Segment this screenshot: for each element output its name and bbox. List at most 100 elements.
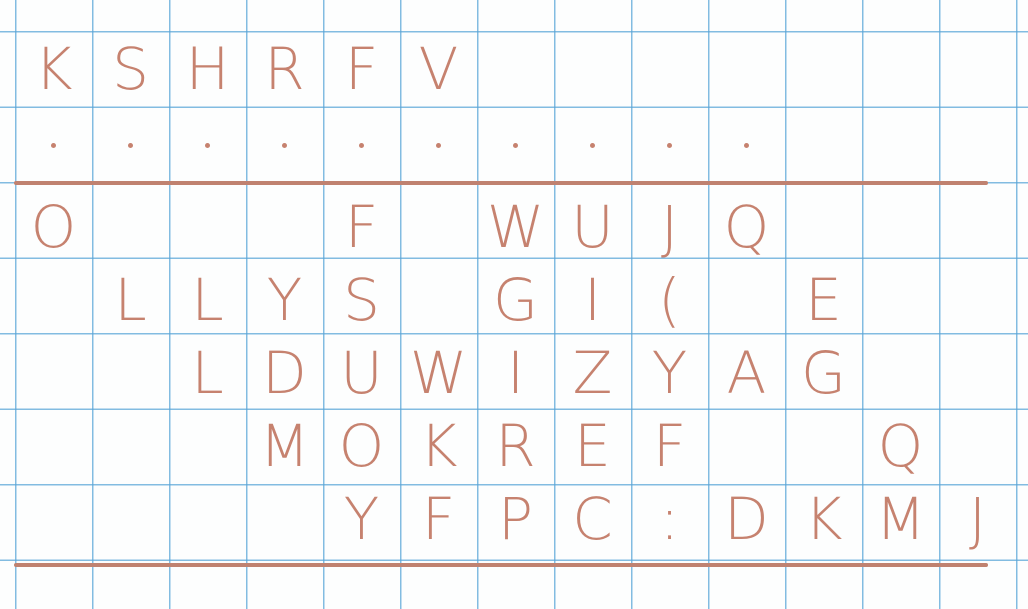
grid-row-4-cell-10 xyxy=(708,408,785,484)
grid-row-3-cell-4: D xyxy=(262,339,307,407)
grid-row-1-cell-8: U xyxy=(571,193,614,261)
header-row-cell-2: S xyxy=(112,35,149,103)
grid-row-1-cell-1: O xyxy=(30,193,77,261)
header-row-cell-6: V xyxy=(418,35,459,103)
grid-row-3-cell-11: G xyxy=(801,339,846,407)
dot-row-cell-8: . xyxy=(554,107,631,183)
grid-row-4-cell-13 xyxy=(939,408,1016,484)
header-row-cell-12 xyxy=(862,31,939,107)
grid-row-4-cell-8: E xyxy=(574,412,611,480)
dot-row-cell-5: . xyxy=(323,107,400,183)
grid-row-2-cell-3: L xyxy=(191,266,224,334)
grid-row-5-cell-14 xyxy=(1016,481,1028,557)
grid-row-5-cell-10: D xyxy=(724,485,769,553)
dot-row-cell-9: . xyxy=(631,107,708,183)
dot-mark: . xyxy=(128,142,133,148)
header-row-cell-7 xyxy=(477,31,554,107)
dot-mark: . xyxy=(667,142,672,148)
header-row-cell-13 xyxy=(939,31,1016,107)
dot-row-cell-11 xyxy=(785,107,862,183)
dot-mark: . xyxy=(744,142,749,148)
header-row: KSHRFV xyxy=(0,31,1028,107)
header-row-cell-10 xyxy=(708,31,785,107)
grid-row-2-cell-7: G xyxy=(493,266,538,334)
grid-row-5-cell-13: J xyxy=(968,485,987,553)
grid-row-3-cell-7: I xyxy=(506,339,525,407)
grid-row-4-cell-2 xyxy=(92,408,169,484)
grid-row-2-cell-6 xyxy=(400,262,477,338)
grid-row-5-cell-4 xyxy=(246,481,323,557)
dot-row-cell-14 xyxy=(1016,107,1028,183)
graph-paper-sheet: KSHRFV..........OFWUJQLLYSGI(ELDUWIZYAGM… xyxy=(0,0,1028,609)
grid-row-5-cell-1 xyxy=(15,481,92,557)
grid-row-3-cell-2 xyxy=(92,335,169,411)
grid-row-4-cell-5: O xyxy=(338,412,385,480)
grid-row-4-cell-11 xyxy=(785,408,862,484)
grid-row-1-cell-10: Q xyxy=(723,193,770,261)
header-row-cell-5: F xyxy=(344,35,379,103)
grid-row-2-cell-1 xyxy=(15,262,92,338)
top-rule-line xyxy=(14,181,988,185)
bottom-rule-line xyxy=(14,563,988,567)
dot-row-cell-3: . xyxy=(169,107,246,183)
grid-row-1-cell-6 xyxy=(400,189,477,265)
header-row-cell-4: R xyxy=(264,35,305,103)
grid-row-4: MOKREF Q xyxy=(0,408,1028,484)
header-row-cell-3: H xyxy=(185,35,230,103)
grid-row-1-cell-14 xyxy=(1016,189,1028,265)
grid-row-2-cell-4: Y xyxy=(266,266,303,334)
grid-row-3-cell-10: A xyxy=(726,339,767,407)
dot-mark: . xyxy=(51,142,56,148)
grid-row-2: L L Y S G I(E xyxy=(0,262,1028,338)
grid-row-2-cell-9: ( xyxy=(658,266,681,334)
grid-row-5-cell-2 xyxy=(92,481,169,557)
header-row-cell-8 xyxy=(554,31,631,107)
dot-row-cell-10: . xyxy=(708,107,785,183)
grid-row-3-cell-3: L xyxy=(191,339,224,407)
grid-row-3-cell-13 xyxy=(939,335,1016,411)
dot-mark: . xyxy=(282,142,287,148)
grid-row-3-cell-5: U xyxy=(340,339,383,407)
grid-row-4-cell-6: K xyxy=(419,412,458,480)
dot-row-cell-12 xyxy=(862,107,939,183)
grid-row-2-cell-5: S xyxy=(343,266,380,334)
grid-row-2-cell-2: L xyxy=(114,266,147,334)
grid-row-2-cell-10 xyxy=(708,262,785,338)
grid-row-3-cell-1 xyxy=(15,335,92,411)
grid-row-1-cell-5: F xyxy=(344,193,379,261)
grid-row-2-cell-14 xyxy=(1016,262,1028,338)
grid-row-4-cell-12: Q xyxy=(877,412,924,480)
grid-row-1-cell-13 xyxy=(939,189,1016,265)
grid-row-2-cell-13 xyxy=(939,262,1016,338)
grid-row-5-cell-11: K xyxy=(804,485,843,553)
grid-row-5-cell-6: F xyxy=(421,485,456,553)
grid-row-5-cell-8: C xyxy=(572,485,613,553)
grid-row-3-cell-14 xyxy=(1016,335,1028,411)
header-row-cell-1: K xyxy=(34,35,73,103)
grid-row-5: YFPC: DKMJ xyxy=(0,481,1028,557)
dot-row: .......... xyxy=(0,107,1028,183)
dot-mark: . xyxy=(513,142,518,148)
dot-row-cell-13 xyxy=(939,107,1016,183)
grid-row-1-cell-7: W xyxy=(486,193,545,261)
header-row-cell-9 xyxy=(631,31,708,107)
dot-mark: . xyxy=(205,142,210,148)
grid-row-2-cell-12 xyxy=(862,262,939,338)
grid-row-4-cell-1 xyxy=(15,408,92,484)
grid-row-1-cell-12 xyxy=(862,189,939,265)
grid-row-3: LDUWIZYAG xyxy=(0,335,1028,411)
grid-row-1-cell-2 xyxy=(92,189,169,265)
dot-row-cell-1: . xyxy=(15,107,92,183)
header-row-cell-11 xyxy=(785,31,862,107)
grid-row-3-cell-8: Z xyxy=(572,339,613,407)
grid-row-5-cell-9: : xyxy=(659,485,680,553)
grid-row-4-cell-9: F xyxy=(652,412,687,480)
dot-row-cell-6: . xyxy=(400,107,477,183)
dot-row-cell-4: . xyxy=(246,107,323,183)
grid-row-4-cell-3 xyxy=(169,408,246,484)
grid-row-5-cell-3 xyxy=(169,481,246,557)
grid-row-5-cell-7: P xyxy=(498,485,533,553)
grid-row-1: O F WUJQ xyxy=(0,189,1028,265)
dot-row-cell-7: . xyxy=(477,107,554,183)
grid-row-5-cell-5: Y xyxy=(343,485,380,553)
